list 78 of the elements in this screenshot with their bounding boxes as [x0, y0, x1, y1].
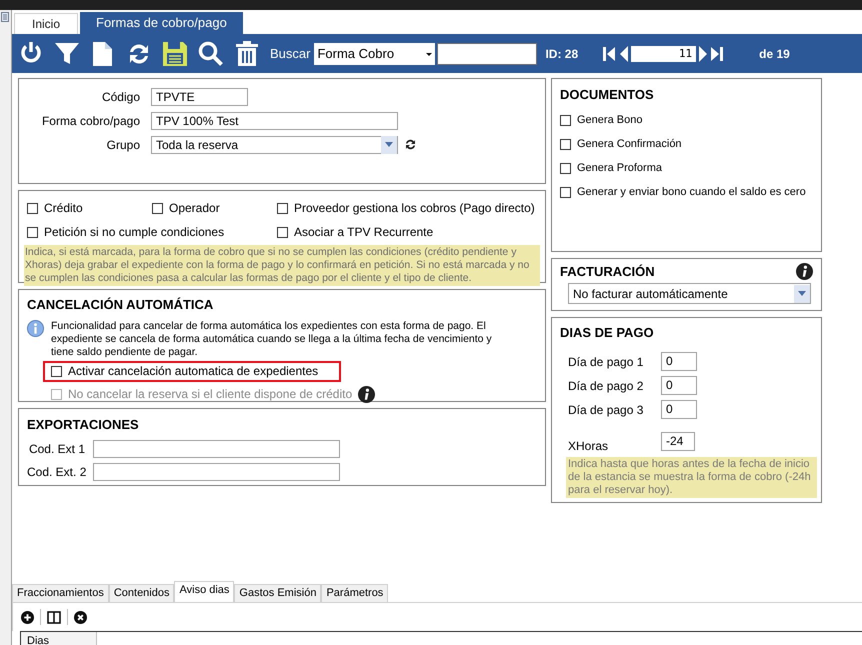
- text-field[interactable]: 0: [661, 400, 697, 419]
- section-title: DOCUMENTOS: [560, 86, 655, 104]
- info-icon[interactable]: [796, 263, 813, 280]
- grid-icon[interactable]: [1, 12, 9, 22]
- tab[interactable]: Inicio: [14, 13, 78, 34]
- billing-dropdown[interactable]: No facturar automáticamente: [568, 283, 811, 304]
- field-label: Grupo: [106, 136, 141, 154]
- tab[interactable]: Parámetros: [321, 584, 388, 602]
- caret-icon: [798, 291, 806, 296]
- checkbox[interactable]: [27, 202, 38, 214]
- text-field[interactable]: TPVTE: [151, 88, 248, 106]
- trash-icon[interactable]: [234, 40, 260, 66]
- checkbox-label: No cancelar la reserva si el cliente dispone de crédito: [68, 386, 352, 403]
- checkbox-label: Activar cancelación automatica de expedientes: [68, 363, 318, 380]
- refresh-icon[interactable]: [404, 138, 417, 151]
- section-title: EXPORTACIONES: [27, 416, 140, 434]
- note-text: Indica, si está marcada, para la forma de cobro que si no se cumplen las condiciones (crédito pendiente y Xhoras) deja grabar el expediente con la forma de pago y lo confirmará en petición. Si no está marcada y no se cumplen las condiciones pasa a calcular las formas de pago por el cliente y el tipo de cliente.: [24, 245, 540, 286]
- info-icon[interactable]: [358, 386, 376, 402]
- checkbox[interactable]: [277, 202, 288, 214]
- field-label: Código: [100, 88, 141, 106]
- search-field[interactable]: [437, 42, 538, 64]
- checkbox[interactable]: [560, 187, 571, 198]
- checkbox-label: Genera Proforma: [577, 161, 662, 176]
- tab[interactable]: Fraccionamientos: [12, 584, 109, 602]
- record-count: de 19: [759, 46, 790, 62]
- tab[interactable]: Gastos Emisión: [234, 584, 322, 602]
- search-icon[interactable]: [198, 40, 224, 66]
- caret-icon: [385, 142, 393, 147]
- save-icon[interactable]: [162, 40, 188, 66]
- group-dropdown[interactable]: Toda la reserva: [151, 136, 398, 154]
- text-field[interactable]: TPV 100% Test: [151, 112, 398, 130]
- tab[interactable]: Formas de cobro/pago: [80, 12, 243, 34]
- text-field[interactable]: 0: [661, 376, 697, 395]
- checkbox-label: Asociar a TPV Recurrente: [294, 224, 434, 241]
- checkbox-label: Genera Bono: [577, 113, 642, 128]
- checkbox[interactable]: [560, 163, 571, 174]
- field-label: Día de pago 2: [568, 378, 644, 394]
- field-label: Día de pago 1: [568, 354, 644, 370]
- add-icon[interactable]: [21, 610, 34, 624]
- checkbox[interactable]: [560, 139, 571, 150]
- checkbox-label: Proveedor gestiona los cobros (Pago directo): [294, 200, 535, 217]
- filter-icon[interactable]: [54, 40, 80, 66]
- field-label: Cod. Ext. 2: [27, 464, 88, 481]
- column-header[interactable]: Dias: [21, 632, 97, 645]
- section-title: FACTURACIÓN: [560, 262, 655, 281]
- text-field[interactable]: 0: [661, 352, 697, 371]
- checkbox[interactable]: [152, 202, 163, 214]
- field-label: Forma cobro/pago: [40, 112, 141, 130]
- text-field[interactable]: -24: [661, 432, 695, 451]
- last-icon[interactable]: [711, 46, 724, 62]
- field-label: Cod. Ext 1: [28, 441, 86, 458]
- search-label: Buscar: [270, 44, 310, 63]
- checkbox[interactable]: [27, 226, 38, 238]
- note-text: Indica hasta que horas antes de la fecha de inicio de la estancia se muestra la forma de cobro (-24h para el reservar hoy).: [566, 456, 817, 498]
- info-icon: [27, 320, 44, 336]
- section-title: DIAS DE PAGO: [560, 324, 655, 342]
- tab[interactable]: Contenidos: [108, 584, 174, 602]
- id-label: ID: 28: [545, 46, 578, 62]
- text-field[interactable]: [93, 463, 340, 481]
- field-label: XHoras: [568, 438, 610, 454]
- field-label: Día de pago 3: [568, 402, 644, 418]
- text-field[interactable]: [93, 440, 340, 458]
- checkbox-label: Operador: [169, 200, 220, 217]
- checkbox-label: Crédito: [44, 200, 83, 217]
- record-field[interactable]: 11: [631, 46, 696, 62]
- tab[interactable]: Aviso dias: [174, 581, 234, 602]
- checkbox-label: Petición si no cumple condiciones: [44, 224, 224, 241]
- delete-icon[interactable]: [74, 610, 87, 624]
- info-text: Funcionalidad para cancelar de forma automática los expedientes con esta forma de pago. El expediente se cancela de forma automática cuando se llega a la última fecha de vencimiento y tiene saldo pendiente de pagar.: [51, 320, 493, 358]
- checkbox[interactable]: [51, 366, 62, 376]
- checkbox[interactable]: [277, 226, 288, 238]
- checkbox-label: Genera Confirmación: [577, 137, 682, 152]
- columns-icon[interactable]: [47, 610, 61, 624]
- section-title: CANCELACIÓN AUTOMÁTICA: [27, 296, 214, 314]
- checkbox[interactable]: [560, 115, 571, 126]
- search-dropdown[interactable]: Forma Cobro: [314, 42, 436, 64]
- first-icon[interactable]: [603, 46, 616, 62]
- checkbox-label: Generar y enviar bono cuando el saldo es cero: [577, 185, 806, 200]
